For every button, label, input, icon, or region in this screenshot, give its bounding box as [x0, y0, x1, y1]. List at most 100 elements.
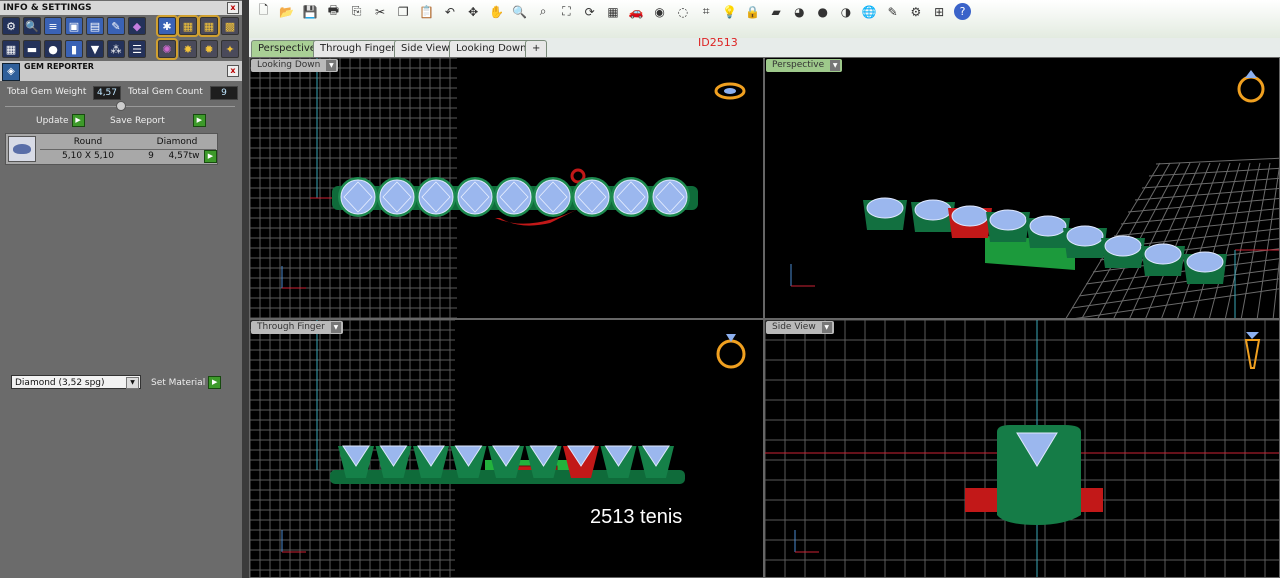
chest-icon[interactable]: ▩ [221, 17, 239, 35]
perspective-grid-line [1240, 162, 1271, 318]
frame-icon[interactable]: ▦ [177, 15, 199, 37]
close-icon[interactable]: x [227, 2, 239, 14]
help-icon[interactable]: ? [954, 3, 971, 20]
gear-icon[interactable]: ⚙ [2, 17, 20, 35]
gem-size-cell: 5,10 X 5,10 [62, 151, 114, 161]
set-material-label: Set Material [151, 378, 206, 388]
nodes-icon[interactable]: ⁂ [107, 40, 125, 58]
open-icon[interactable]: 📂 [278, 3, 295, 20]
ring-orientation-icon [716, 339, 746, 369]
lock-icon[interactable]: 🔒 [744, 3, 761, 20]
update-button-label: Update [36, 116, 69, 126]
close-icon[interactable]: x [227, 65, 239, 77]
viewport-side-view[interactable]: Side View ▼ [764, 319, 1280, 578]
circle-icon[interactable]: ◌ [674, 3, 691, 20]
chevron-down-icon[interactable]: ▼ [830, 60, 841, 71]
star-icon[interactable]: ✦ [221, 40, 239, 58]
chevron-down-icon[interactable]: ▼ [126, 377, 139, 389]
ring-orientation-icon [1244, 339, 1261, 369]
viewport-label-side-view[interactable]: Side View ▼ [766, 321, 834, 334]
bulb-icon[interactable]: 💡 [721, 3, 738, 20]
viewport-perspective[interactable]: Perspective ▼ [764, 57, 1280, 319]
gem-material-header: Diamond [156, 137, 198, 147]
copy-icon[interactable]: ⎘ [348, 3, 365, 20]
viewport-label-text: Looking Down [257, 60, 321, 70]
paste-icon[interactable]: 📋 [418, 3, 435, 20]
filter-icon[interactable]: ▼ [86, 40, 104, 58]
snap-icon[interactable]: ⌗ [698, 3, 715, 20]
chevron-down-icon[interactable]: ▼ [821, 322, 832, 333]
zoom-icon[interactable]: 🔍 [511, 3, 528, 20]
render-icon[interactable]: ✺ [156, 38, 178, 60]
update-button[interactable]: Update ▶ [36, 114, 85, 128]
viewport-label-looking-down[interactable]: Looking Down ▼ [251, 59, 339, 72]
zoom-window-icon[interactable]: ⌕ [535, 3, 552, 20]
settings-icon[interactable]: ⚙ [907, 3, 924, 20]
material-select[interactable]: Diamond (3,52 spg) ▼ [11, 375, 141, 389]
cube-icon[interactable]: ▣ [65, 17, 83, 35]
document-icon[interactable]: ▤ [86, 17, 104, 35]
diamond [989, 209, 1027, 231]
viewport-label-through-finger[interactable]: Through Finger ▼ [251, 321, 343, 334]
diamond [1104, 235, 1142, 257]
frame-alt-icon[interactable]: ▦ [198, 15, 220, 37]
viewport-through-finger[interactable]: Through Finger ▼ [249, 319, 764, 578]
cut-icon[interactable]: ✂ [372, 3, 389, 20]
box-icon[interactable]: ▮ [65, 40, 83, 58]
set-material-button[interactable]: Set Material ▶ [151, 376, 222, 390]
save-report-button[interactable]: Save Report ▶ [110, 114, 206, 128]
chevron-down-icon[interactable]: ▼ [330, 322, 341, 333]
burst-icon[interactable]: ✹ [200, 40, 218, 58]
play-icon: ▶ [208, 376, 222, 389]
settings-icon-row-1: ⚙ 🔍 ≡ ▣ ▤ ✎ ◆ ✱ ▦ ▦ ▩ [2, 15, 239, 39]
splitter-handle[interactable] [116, 101, 126, 111]
sphere-icon[interactable]: ● [814, 3, 831, 20]
car-icon[interactable]: 🚗 [628, 3, 645, 20]
gem-table: Round Diamond 5,10 X 5,10 9 4,57tw ▶ [5, 133, 218, 165]
sparkle-icon[interactable]: ✸ [179, 40, 197, 58]
viewport-label-text: Perspective [772, 60, 825, 70]
duplicate-icon[interactable]: ❐ [395, 3, 412, 20]
panel-splitter[interactable] [242, 0, 249, 578]
layers-icon[interactable]: ≡ [44, 17, 62, 35]
tab-through-finger[interactable]: Through Finger [313, 40, 403, 57]
tab-side-view[interactable]: Side View [394, 40, 457, 57]
eye-icon[interactable]: ◉ [651, 3, 668, 20]
layout-icon[interactable]: ⊞ [931, 3, 948, 20]
row-play-icon[interactable]: ▶ [204, 150, 217, 163]
chevron-down-icon[interactable]: ▼ [326, 60, 337, 71]
viewport-label-perspective[interactable]: Perspective ▼ [766, 59, 843, 72]
rotate-icon[interactable]: ⟳ [581, 3, 598, 20]
zoom-extents-icon[interactable]: ⛶ [558, 3, 575, 20]
perspective-canvas [790, 70, 1279, 318]
viewport-looking-down[interactable]: Looking Down ▼ [249, 57, 764, 319]
save-icon[interactable]: 💾 [302, 3, 319, 20]
color-wheel-icon[interactable]: ◕ [791, 3, 808, 20]
undo-icon[interactable]: ↶ [441, 3, 458, 20]
pan-icon[interactable]: ✥ [465, 3, 482, 20]
total-gem-weight-label: Total Gem Weight [7, 87, 87, 97]
tool-settings-icon[interactable]: ✱ [156, 15, 178, 37]
grid-icon[interactable]: ▦ [2, 40, 20, 58]
gem-icon[interactable]: ◆ [128, 17, 146, 35]
pencil-icon[interactable]: ✎ [107, 17, 125, 35]
globe-icon[interactable]: 🌐 [861, 3, 878, 20]
add-tab-button[interactable]: + [525, 40, 548, 57]
new-icon[interactable]: 🗋 [255, 3, 272, 20]
search-icon[interactable]: 🔍 [23, 17, 41, 35]
viewport-label-text: Through Finger [257, 322, 325, 332]
wand-icon[interactable]: ✎ [884, 3, 901, 20]
render-icon[interactable]: ▰ [768, 3, 785, 20]
perspective-grid-line [1127, 198, 1279, 213]
window-icon[interactable]: ▬ [23, 40, 41, 58]
list-icon[interactable]: ☰ [128, 40, 146, 58]
tab-looking-down[interactable]: Looking Down [449, 40, 534, 57]
sphere-dark-icon[interactable]: ◑ [838, 3, 855, 20]
grid-icon[interactable]: ▦ [605, 3, 622, 20]
sphere-icon[interactable]: ● [44, 40, 62, 58]
print-icon[interactable]: 🖶 [325, 3, 342, 20]
round-gem-thumbnail[interactable] [8, 136, 36, 162]
hand-icon[interactable]: ✋ [488, 3, 505, 20]
through-finger-canvas [250, 320, 746, 577]
ring-orientation-gem [1245, 70, 1257, 78]
